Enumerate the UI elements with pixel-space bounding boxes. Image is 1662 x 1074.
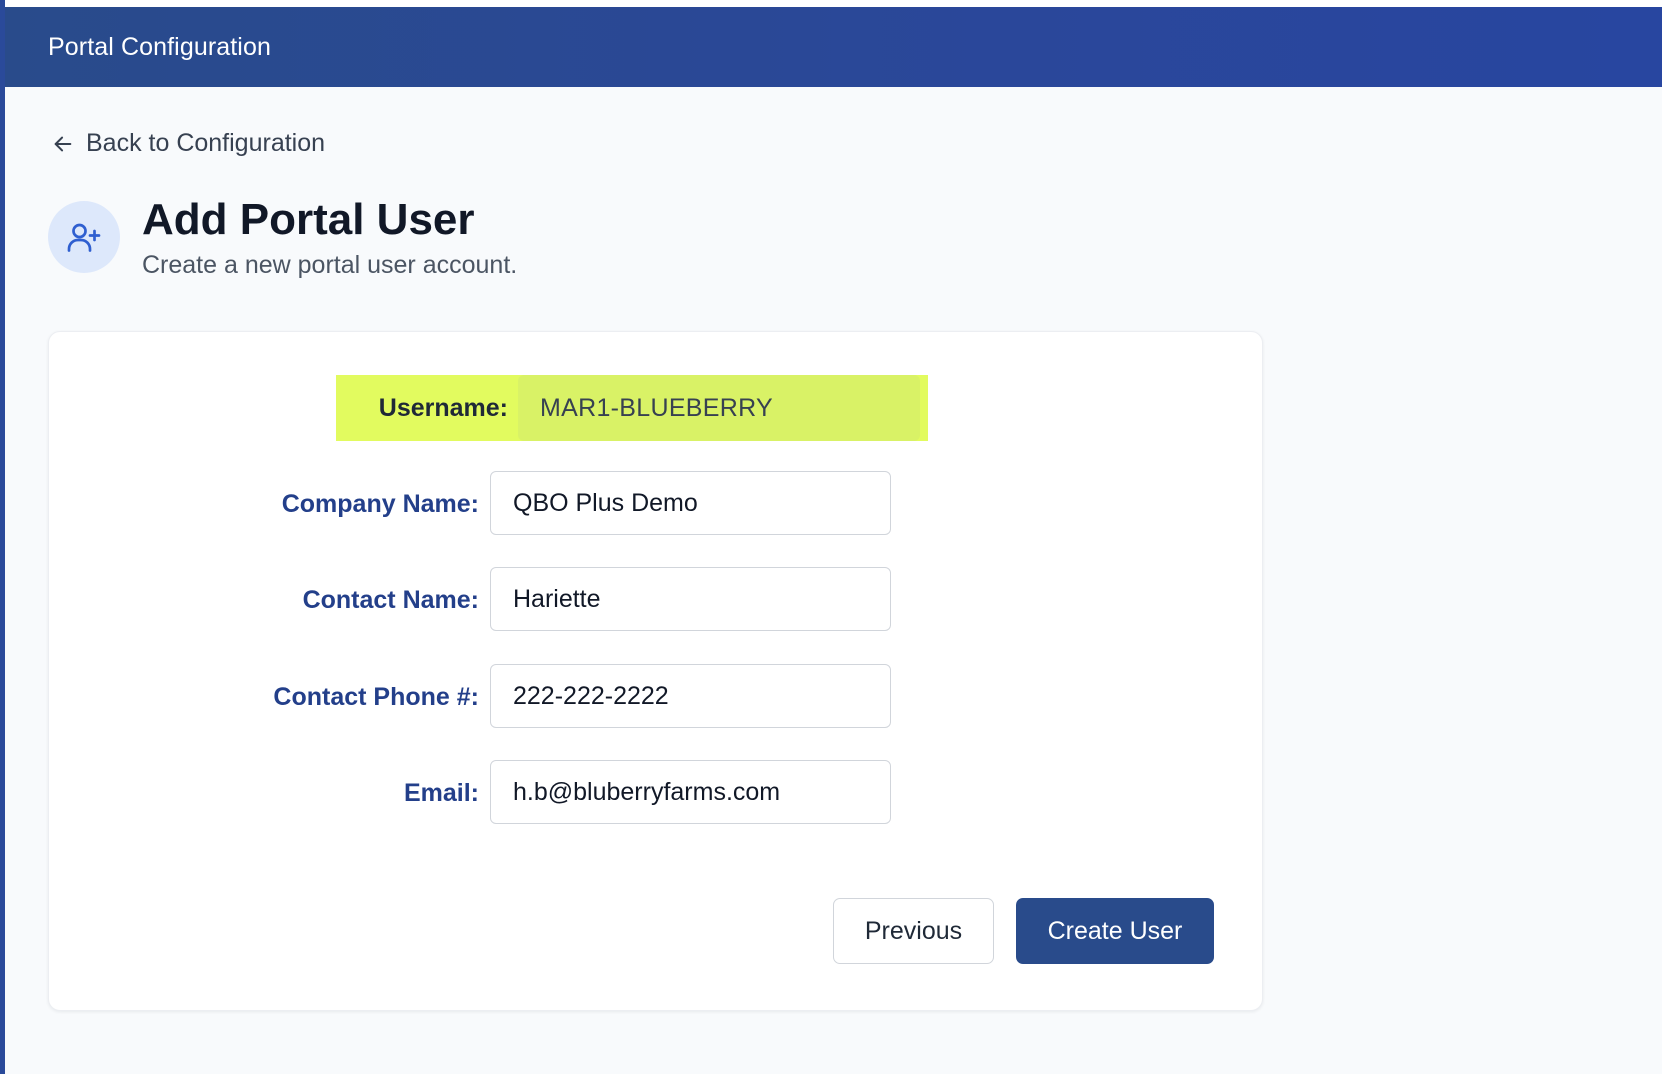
company-name-label: Company Name:	[281, 490, 479, 518]
title-block: Add Portal User Create a new portal user…	[142, 195, 518, 280]
page-icon-badge	[48, 201, 120, 273]
contact-phone-label: Contact Phone #:	[273, 683, 479, 711]
user-plus-icon	[67, 223, 101, 252]
add-user-form-card: Username: MAR1-BLUEBERRY Company Name: C…	[48, 331, 1263, 1011]
username-row: Username: MAR1-BLUEBERRY	[336, 375, 928, 441]
top-strip	[0, 0, 1662, 7]
main-content: Back to Configuration Add Portal User Cr…	[5, 87, 1662, 1074]
email-label: Email:	[403, 779, 479, 807]
header-title: Portal Configuration	[48, 32, 271, 61]
company-name-input[interactable]	[490, 471, 891, 535]
page-subtitle: Create a new portal user account.	[142, 251, 518, 279]
username-field: MAR1-BLUEBERRY	[518, 375, 920, 441]
contact-phone-input[interactable]	[490, 664, 891, 728]
page-title: Add Portal User	[142, 195, 475, 244]
back-link-label: Back to Configuration	[86, 129, 326, 157]
contact-name-input[interactable]	[490, 567, 891, 631]
email-input[interactable]	[490, 760, 891, 824]
arrow-left-icon	[54, 136, 72, 151]
username-label: Username:	[378, 394, 508, 422]
page-heading: Add Portal User Create a new portal user…	[48, 195, 518, 280]
previous-button[interactable]: Previous	[833, 898, 994, 964]
create-user-button[interactable]: Create User	[1016, 898, 1214, 964]
contact-name-label: Contact Name:	[302, 586, 479, 614]
back-to-configuration-link[interactable]: Back to Configuration	[52, 129, 325, 158]
app-header: Portal Configuration	[5, 7, 1662, 87]
